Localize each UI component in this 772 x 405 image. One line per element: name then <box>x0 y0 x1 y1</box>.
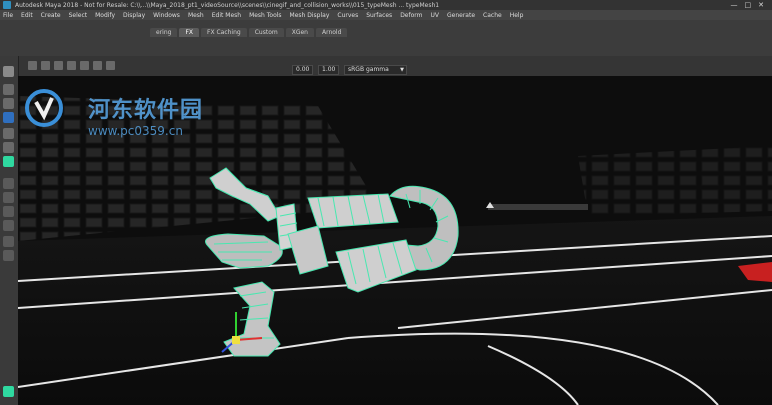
shelf-tab-fx-caching[interactable]: FX Caching <box>201 28 247 37</box>
watermark-logo <box>25 89 63 127</box>
shelf-tab-custom[interactable]: Custom <box>248 28 284 37</box>
menu-display[interactable]: Display <box>123 12 145 19</box>
snap-curve-icon[interactable] <box>54 61 63 70</box>
menu-cache[interactable]: Cache <box>483 12 502 19</box>
menu-surfaces[interactable]: Surfaces <box>366 12 392 19</box>
menu-mesh[interactable]: Mesh <box>188 12 204 19</box>
menu-edit-mesh[interactable]: Edit Mesh <box>212 12 241 19</box>
paint-select-tool-icon[interactable] <box>3 98 14 109</box>
watermark-title: 河东软件园 <box>88 97 204 123</box>
layout-four-icon[interactable] <box>3 178 14 189</box>
menu-deform[interactable]: Deform <box>400 12 422 19</box>
status-line: 0.00 1.00 sRGB gamma ▼ <box>0 56 772 77</box>
menu-generate[interactable]: Generate <box>447 12 475 19</box>
ipr-render-icon[interactable] <box>93 61 102 70</box>
chevron-down-icon: ▼ <box>400 67 404 73</box>
menu-mesh-tools[interactable]: Mesh Tools <box>249 12 281 19</box>
bench <box>488 204 588 210</box>
menu-create[interactable]: Create <box>41 12 61 19</box>
shelf-tab-xgen[interactable]: XGen <box>285 28 314 37</box>
color-space-value: sRGB gamma <box>348 66 389 73</box>
lasso-tool-icon[interactable] <box>3 84 14 95</box>
maya-app-icon <box>3 1 11 9</box>
snap-point-icon[interactable] <box>67 61 76 70</box>
maximize-button[interactable]: □ <box>745 1 752 9</box>
scene-status-icon[interactable] <box>3 386 14 397</box>
menu-modify[interactable]: Modify <box>95 12 115 19</box>
menu-curves[interactable]: Curves <box>337 12 358 19</box>
select-mode-icon[interactable] <box>28 61 37 70</box>
shelf-tab-fx[interactable]: FX <box>179 28 199 37</box>
menu-file[interactable]: File <box>3 12 13 19</box>
rotate-tool-icon[interactable] <box>3 128 14 139</box>
shelf-tab-arnold[interactable]: Arnold <box>315 28 348 37</box>
layout-single-icon[interactable] <box>3 156 14 167</box>
layout-outliner-icon[interactable] <box>3 206 14 217</box>
menu-windows[interactable]: Windows <box>153 12 180 19</box>
menu-select[interactable]: Select <box>69 12 88 19</box>
shelf: ering FX FX Caching Custom XGen Arnold <box>0 20 772 67</box>
shelf-tab-rendering[interactable]: ering <box>150 28 178 37</box>
stadium-seats-right <box>578 146 772 216</box>
menu-mesh-display[interactable]: Mesh Display <box>290 12 330 19</box>
close-button[interactable]: ✕ <box>758 1 764 9</box>
main-menu-bar: File Edit Create Select Modify Display W… <box>0 10 772 20</box>
perspective-viewport[interactable]: 河东软件园 www.pc0359.cn <box>18 76 772 405</box>
layout-side-icon[interactable] <box>3 192 14 203</box>
minimize-button[interactable]: — <box>731 1 738 9</box>
shelf-tab-bar: ering FX FX Caching Custom XGen Arnold <box>150 28 348 37</box>
gamma-field[interactable]: 1.00 <box>318 65 340 75</box>
window-title: Autodesk Maya 2018 - Not for Resale: C:\… <box>15 1 440 9</box>
render-settings-icon[interactable] <box>106 61 115 70</box>
status-line-icons <box>28 61 115 70</box>
move-tool-icon[interactable] <box>3 112 14 123</box>
menu-edit[interactable]: Edit <box>21 12 33 19</box>
snap-grid-icon[interactable] <box>41 61 50 70</box>
menu-help[interactable]: Help <box>510 12 524 19</box>
layout-hypershade-icon[interactable] <box>3 250 14 261</box>
watermark-url: www.pc0359.cn <box>88 124 183 138</box>
tool-box <box>0 56 19 405</box>
layout-persp-icon[interactable] <box>3 236 14 247</box>
exposure-field[interactable]: 0.00 <box>292 65 314 75</box>
render-icon[interactable] <box>80 61 89 70</box>
menu-uv[interactable]: UV <box>431 12 440 19</box>
color-space-select[interactable]: sRGB gamma ▼ <box>344 65 407 75</box>
select-tool-icon[interactable] <box>3 66 14 77</box>
layout-graph-icon[interactable] <box>3 220 14 231</box>
scale-tool-icon[interactable] <box>3 142 14 153</box>
